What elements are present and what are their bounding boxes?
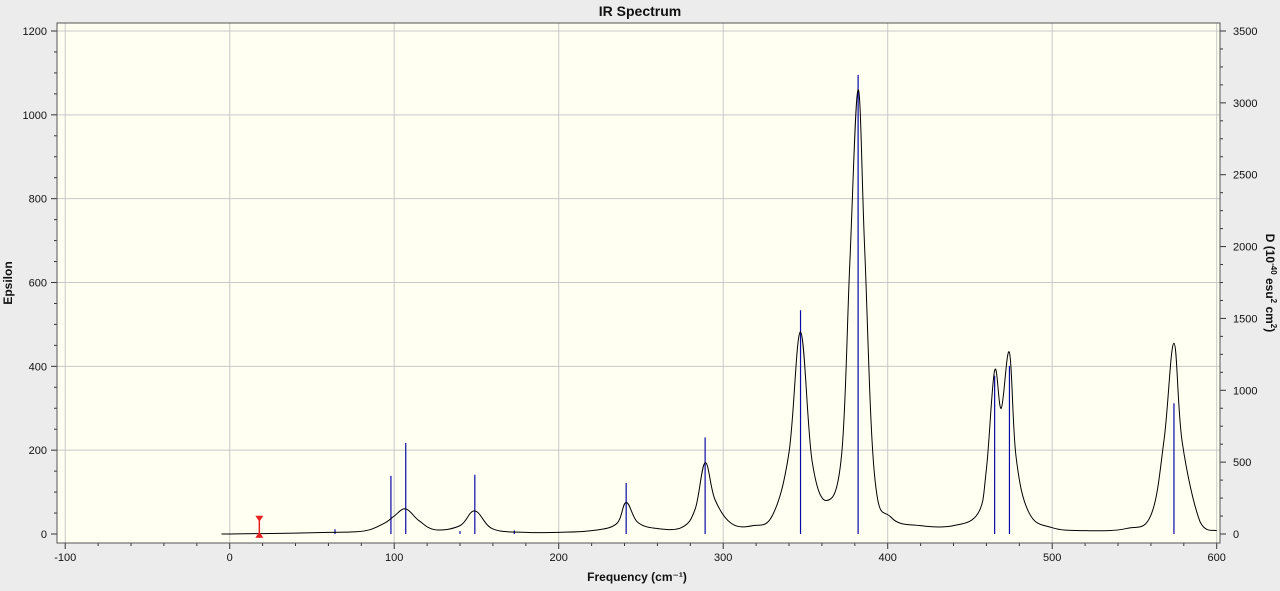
x-tick-label: 300 xyxy=(714,552,732,564)
x-tick-label: 100 xyxy=(385,552,403,564)
x-tick-label: 600 xyxy=(1208,552,1226,564)
y2-tick-label: 0 xyxy=(1233,529,1239,541)
y2-tick-label: 1000 xyxy=(1233,385,1257,397)
y-tick-label: 600 xyxy=(29,278,47,290)
y2-tick-label: 3000 xyxy=(1233,98,1257,110)
y-tick-label: 1000 xyxy=(23,110,47,122)
y2-axis-title: D (10-40 esu2 cm2) xyxy=(1263,234,1278,333)
y-tick-label: 800 xyxy=(29,194,47,206)
y2-tick-label: 3500 xyxy=(1233,26,1257,38)
y-tick-label: 0 xyxy=(41,529,47,541)
ir-spectrum-chart: IR Spectrum 0 200 400 600 800 1000 1200 0 500 10… xyxy=(0,0,1280,586)
x-tick-label: 400 xyxy=(879,552,897,564)
x-tick-label: 200 xyxy=(550,552,568,564)
x-axis-title: Frequency (cm⁻¹) xyxy=(587,570,687,584)
x-tick-label: 0 xyxy=(227,552,233,564)
y-axis-title: Epsilon xyxy=(1,261,15,304)
chart-svg: IR Spectrum 020040060080010001200 050010… xyxy=(0,0,1280,586)
y-tick-label: 200 xyxy=(29,445,47,457)
x-tick-label: 500 xyxy=(1043,552,1061,564)
chart-title: IR Spectrum xyxy=(599,3,681,19)
y2-tick-label: 2500 xyxy=(1233,170,1257,182)
y2-tick-label: 2000 xyxy=(1233,242,1257,254)
y2-tick-label: 1500 xyxy=(1233,313,1257,325)
y-tick-label: 400 xyxy=(29,361,47,373)
y2-tick-label: 500 xyxy=(1233,457,1251,469)
y-tick-label: 1200 xyxy=(23,26,47,38)
x-tick-label: -100 xyxy=(54,552,76,564)
